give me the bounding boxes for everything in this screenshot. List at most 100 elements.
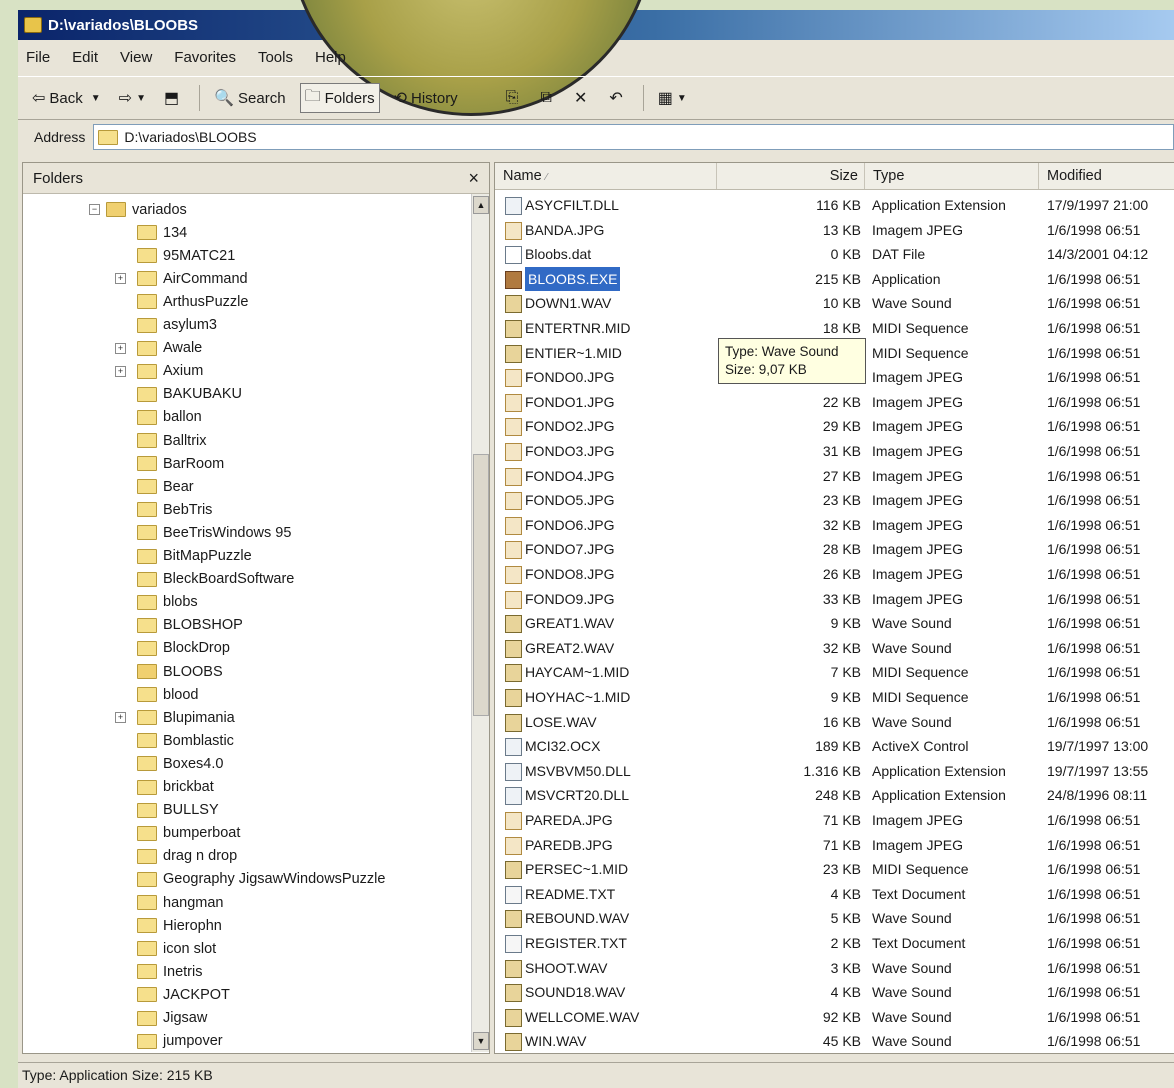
file-row[interactable]: README.TXT 4 KB Text Document 1/6/1998 06:5… (495, 882, 1174, 907)
tree-item[interactable]: BULLSY (137, 799, 219, 822)
file-row[interactable]: MSVCRT20.DLL 248 KB Application Extension 2… (495, 783, 1174, 808)
tree-item[interactable]: ballon (137, 406, 202, 429)
search-button[interactable]: 🔍 Search (210, 84, 289, 112)
file-row[interactable]: HAYCAM~1.MID 7 KB MIDI Sequence 1/6/1998 06… (495, 660, 1174, 685)
file-row[interactable]: FONDO5.JPG 23 KB Imagem JPEG 1/6/1998 06:51 (495, 488, 1174, 513)
tree-item[interactable]: Balltrix (137, 429, 207, 452)
tree-item[interactable]: brickbat (137, 776, 214, 799)
tree-item[interactable]: Bear (137, 475, 194, 498)
menu-item-edit[interactable]: Edit (72, 49, 98, 66)
file-row[interactable]: GREAT1.WAV 9 KB Wave Sound 1/6/1998 06:51 (495, 611, 1174, 636)
tree-item[interactable]: drag n drop (137, 845, 237, 868)
tree-item-variados[interactable]: − variados (89, 198, 187, 221)
file-row[interactable]: SHOOT.WAV 3 KB Wave Sound 1/6/1998 06:51 (495, 956, 1174, 981)
tree-item[interactable]: BebTris (137, 498, 212, 521)
tree-item[interactable]: JACKPOT (137, 983, 230, 1006)
tree-item[interactable]: ArthusPuzzle (137, 290, 248, 313)
expand-icon[interactable]: + (115, 273, 126, 285)
tree-item[interactable]: blobs (137, 591, 198, 614)
column-header-size[interactable]: Size (717, 163, 865, 189)
collapse-icon[interactable]: − (89, 204, 100, 215)
column-header-type[interactable]: Type (865, 163, 1039, 189)
tree-item[interactable]: Bomblastic (137, 729, 234, 752)
file-row[interactable]: PAREDB.JPG 71 KB Imagem JPEG 1/6/1998 06:51 (495, 833, 1174, 858)
file-row[interactable]: MSVBVM50.DLL 1.316 KB Application Extensio… (495, 759, 1174, 784)
tree-item[interactable]: + AirCommand (115, 267, 248, 290)
column-header-name[interactable]: Name ⁄ (495, 163, 717, 189)
tree-item[interactable]: Geography JigsawWindowsPuzzle (137, 868, 385, 891)
tree-item[interactable]: 95MATC21 (137, 244, 235, 267)
file-row[interactable]: PERSEC~1.MID 23 KB MIDI Sequence 1/6/1998 0… (495, 857, 1174, 882)
tree-item[interactable]: Boxes4.0 (137, 752, 223, 775)
file-row[interactable]: FONDO4.JPG 27 KB Imagem JPEG 1/6/1998 06:51 (495, 464, 1174, 489)
file-row[interactable]: REBOUND.WAV 5 KB Wave Sound 1/6/1998 06:51 (495, 906, 1174, 931)
scroll-down-icon[interactable]: ▼ (473, 1032, 489, 1050)
move-to-button[interactable]: ⎘ (502, 84, 527, 112)
tree-item[interactable]: BlockDrop (137, 637, 230, 660)
tree-item[interactable]: BleckBoardSoftware (137, 568, 294, 591)
tree-item[interactable]: + Axium (115, 360, 203, 383)
delete-button[interactable]: ✕ (570, 84, 595, 112)
tree-item[interactable]: jumpover (137, 1030, 223, 1052)
file-row[interactable]: FONDO2.JPG 29 KB Imagem JPEG 1/6/1998 06:51 (495, 414, 1174, 439)
tree-item[interactable]: blood (137, 683, 198, 706)
undo-button[interactable]: ↶ (605, 84, 630, 112)
scroll-up-icon[interactable]: ▲ (473, 196, 489, 214)
tree-item[interactable]: icon slot (137, 937, 216, 960)
tree-item[interactable]: BLOBSHOP (137, 614, 243, 637)
file-row[interactable]: BLOOBS.EXE 215 KB Application 1/6/1998 06:5… (495, 266, 1174, 292)
file-row[interactable]: FONDO8.JPG 26 KB Imagem JPEG 1/6/1998 06:51 (495, 562, 1174, 587)
views-button[interactable]: ▦ ▼ (654, 84, 691, 112)
menu-item-file[interactable]: File (26, 49, 50, 66)
tree-item[interactable]: BeeTrisWindows 95 (137, 521, 291, 544)
file-row[interactable]: REGISTER.TXT 2 KB Text Document 1/6/1998 06… (495, 931, 1174, 956)
forward-button[interactable]: ⇨ ▼ (115, 84, 150, 112)
file-row[interactable]: FONDO1.JPG 22 KB Imagem JPEG 1/6/1998 06:51 (495, 390, 1174, 415)
tree-item[interactable]: hangman (137, 891, 223, 914)
tree-item[interactable]: 134 (137, 221, 187, 244)
tree-item[interactable]: + Awale (115, 337, 202, 360)
file-row[interactable]: FONDO3.JPG 31 KB Imagem JPEG 1/6/1998 06:51 (495, 439, 1174, 464)
file-row[interactable]: ENTERTNR.MID 18 KB MIDI Sequence 1/6/1998 0… (495, 316, 1174, 341)
file-row[interactable]: FONDO9.JPG 33 KB Imagem JPEG 1/6/1998 06:51 (495, 587, 1174, 612)
folders-scrollbar[interactable]: ▲ ▼ (471, 194, 489, 1052)
tree-item[interactable]: BLOOBS (137, 660, 223, 683)
tree-item[interactable]: BitMapPuzzle (137, 545, 252, 568)
file-row[interactable]: GREAT2.WAV 32 KB Wave Sound 1/6/1998 06:51 (495, 636, 1174, 661)
menu-item-view[interactable]: View (120, 49, 152, 66)
file-row[interactable]: DOWN1.WAV 10 KB Wave Sound 1/6/1998 06:51 (495, 291, 1174, 316)
file-row[interactable]: FONDO7.JPG 28 KB Imagem JPEG 1/6/1998 06:51 (495, 537, 1174, 562)
tree-item[interactable]: asylum3 (137, 314, 217, 337)
close-icon[interactable]: × (468, 168, 479, 189)
expand-icon[interactable]: + (115, 342, 126, 354)
tree-item[interactable]: Jigsaw (137, 1007, 207, 1030)
up-folder-button[interactable]: ⬒ (160, 84, 187, 112)
address-input[interactable]: D:\variados\BLOOBS (93, 124, 1174, 150)
tree-item[interactable]: BarRoom (137, 452, 224, 475)
expand-icon[interactable]: + (115, 365, 126, 377)
tree-item[interactable]: Inetris (137, 960, 203, 983)
file-row[interactable]: PAREDA.JPG 71 KB Imagem JPEG 1/6/1998 06:51 (495, 808, 1174, 833)
scroll-thumb[interactable] (473, 454, 489, 716)
file-row[interactable]: MCI32.OCX 189 KB ActiveX Control 19/7/1997 … (495, 734, 1174, 759)
file-row[interactable]: WELLCOME.WAV 92 KB Wave Sound 1/6/1998 06:5… (495, 1005, 1174, 1030)
file-row[interactable]: ASYCFILT.DLL 116 KB Application Extension 1… (495, 193, 1174, 218)
file-row[interactable]: WIN.WAV 45 KB Wave Sound 1/6/1998 06:51 (495, 1029, 1174, 1053)
file-row[interactable]: FONDO6.JPG 32 KB Imagem JPEG 1/6/1998 06:51 (495, 513, 1174, 538)
back-button[interactable]: ⇦ Back ▼ (28, 84, 105, 112)
file-row[interactable]: HOYHAC~1.MID 9 KB MIDI Sequence 1/6/1998 06… (495, 685, 1174, 710)
tree-item[interactable]: bumperboat (137, 822, 240, 845)
file-row[interactable]: SOUND18.WAV 4 KB Wave Sound 1/6/1998 06:51 (495, 980, 1174, 1005)
file-row[interactable]: BANDA.JPG 13 KB Imagem JPEG 1/6/1998 06:51 (495, 218, 1174, 243)
column-header-modified[interactable]: Modified (1039, 163, 1174, 189)
expand-icon[interactable]: + (115, 712, 126, 724)
tree-item[interactable]: BAKUBAKU (137, 383, 242, 406)
folders-button[interactable]: 🗀 Folders (299, 83, 380, 113)
menu-item-help[interactable]: Help (315, 49, 346, 66)
tree-item[interactable]: Hierophn (137, 914, 222, 937)
copy-to-button[interactable]: ⧉ (537, 84, 560, 112)
file-row[interactable]: Bloobs.dat 0 KB DAT File 14/3/2001 04:12 (495, 242, 1174, 267)
menu-item-favorites[interactable]: Favorites (174, 49, 236, 66)
menu-item-tools[interactable]: Tools (258, 49, 293, 66)
tree-item[interactable]: + Blupimania (115, 706, 235, 729)
